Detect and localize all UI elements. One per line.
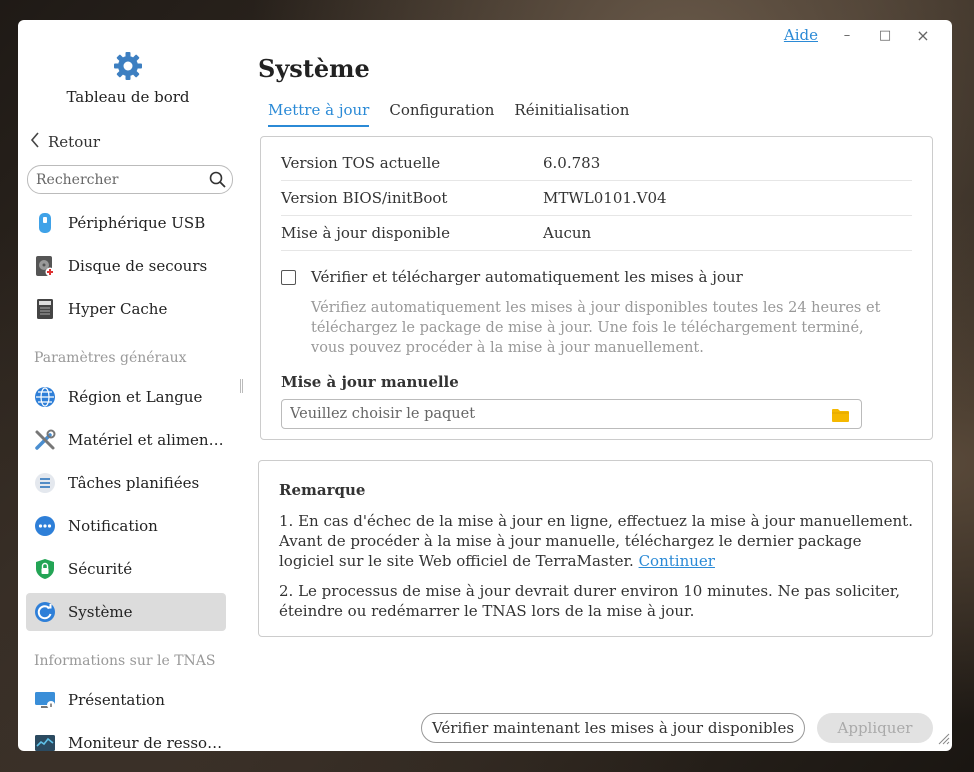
dashboard-link[interactable]: Tableau de bord — [18, 50, 238, 106]
tab-configuration[interactable]: Configuration — [389, 101, 494, 127]
auto-update-description: Vérifiez automatiquement les mises à jou… — [311, 300, 881, 356]
remark-2: 2. Le processus de mise à jour devrait d… — [279, 582, 901, 620]
resize-grip-icon[interactable] — [936, 730, 950, 749]
gear-icon — [112, 50, 144, 82]
ssd-cache-icon — [34, 298, 56, 320]
sidebar-item-label: Système — [68, 603, 133, 621]
sidebar-item-label: Disque de secours — [68, 257, 208, 275]
resource-monitor-icon — [34, 732, 56, 751]
sidebar-item-label: Moniteur de ressour… — [68, 734, 226, 751]
sidebar-item-hardware-power[interactable]: Matériel et alimenta… — [26, 421, 226, 459]
tab-update[interactable]: Mettre à jour — [268, 101, 370, 127]
info-key: Version BIOS/initBoot — [281, 189, 448, 207]
info-row-tos-version: Version TOS actuelle 6.0.783 — [281, 146, 912, 181]
help-link[interactable]: Aide — [784, 26, 818, 44]
close-button[interactable]: × — [904, 23, 942, 47]
check-updates-button[interactable]: Vérifier maintenant les mises à jour dis… — [421, 713, 805, 743]
update-panel: Version TOS actuelle 6.0.783 Version BIO… — [260, 136, 933, 440]
sidebar-item-scheduled-tasks[interactable]: Tâches planifiées — [26, 464, 226, 502]
sidebar-item-hyper-cache[interactable]: Hyper Cache — [26, 290, 226, 328]
sidebar-item-region-language[interactable]: Région et Langue — [26, 378, 226, 416]
shield-lock-icon — [34, 558, 56, 580]
remark-1-text: 1. En cas d'échec de la mise à jour en l… — [279, 512, 913, 570]
info-row-available-update: Mise à jour disponible Aucun — [281, 216, 912, 251]
sidebar-item-label: Sécurité — [68, 560, 133, 578]
back-button[interactable]: Retour — [30, 132, 100, 152]
sidebar-item-label: Hyper Cache — [68, 300, 168, 318]
sidebar-item-resource-monitor[interactable]: Moniteur de ressour… — [26, 724, 226, 751]
page-title: Système — [258, 54, 370, 83]
minimize-button[interactable]: – — [828, 23, 866, 47]
system-update-icon — [34, 601, 56, 623]
close-icon: × — [916, 25, 930, 45]
sidebar-item-label: Notification — [68, 517, 158, 535]
tools-icon — [34, 429, 56, 451]
apply-button[interactable]: Appliquer — [817, 713, 933, 743]
settings-window: Tableau de bord Retour Périphérique USB — [18, 20, 952, 751]
sidebar-item-label: Matériel et alimenta… — [68, 431, 226, 449]
auto-update-label[interactable]: Vérifier et télécharger automatiquement … — [311, 268, 743, 286]
sidebar-item-label: Présentation — [68, 691, 165, 709]
remarks-title: Remarque — [279, 481, 366, 499]
info-value: 6.0.783 — [543, 154, 601, 172]
info-key: Version TOS actuelle — [281, 154, 441, 172]
info-value: MTWL0101.V04 — [543, 189, 667, 207]
search-box — [27, 165, 233, 194]
dashboard-label: Tableau de bord — [66, 88, 190, 106]
sidebar-item-rescue-disk[interactable]: Disque de secours — [26, 247, 226, 285]
sidebar: Tableau de bord Retour Périphérique USB — [18, 20, 242, 751]
usb-icon — [34, 212, 56, 234]
maximize-button[interactable]: □ — [866, 23, 904, 47]
tasks-icon — [34, 472, 56, 494]
chevron-left-icon — [30, 132, 40, 152]
sidebar-item-usb[interactable]: Périphérique USB — [26, 204, 226, 242]
rescue-disk-icon — [34, 255, 56, 277]
search-icon[interactable] — [209, 171, 226, 192]
sidebar-item-label: Région et Langue — [68, 388, 203, 406]
remark-1: 1. En cas d'échec de la mise à jour en l… — [279, 511, 919, 571]
remarks-panel: Remarque 1. En cas d'échec de la mise à … — [258, 460, 933, 637]
info-key: Mise à jour disponible — [281, 224, 450, 242]
package-file-field[interactable] — [281, 399, 862, 429]
sidebar-item-label: Périphérique USB — [68, 214, 206, 232]
sidebar-item-notification[interactable]: Notification — [26, 507, 226, 545]
info-value: Aucun — [543, 224, 592, 242]
info-row-bios-version: Version BIOS/initBoot MTWL0101.V04 — [281, 181, 912, 216]
globe-icon — [34, 386, 56, 408]
sidebar-item-system[interactable]: Système — [26, 593, 226, 631]
sidebar-item-label: Tâches planifiées — [68, 474, 200, 492]
maximize-icon: □ — [878, 27, 892, 43]
chat-bubble-icon — [34, 515, 56, 537]
back-label: Retour — [48, 133, 101, 151]
sidebar-resize-handle[interactable] — [240, 379, 243, 393]
tab-reset[interactable]: Réinitialisation — [514, 101, 629, 127]
minimize-icon: – — [843, 27, 851, 43]
sidebar-item-security[interactable]: Sécurité — [26, 550, 226, 588]
manual-update-title: Mise à jour manuelle — [281, 373, 459, 391]
continue-link[interactable]: Continuer — [639, 552, 715, 570]
folder-icon[interactable] — [832, 407, 849, 426]
tab-bar: Mettre à jour Configuration Réinitialisa… — [268, 101, 629, 127]
window-controls: Aide – □ × — [784, 23, 942, 47]
search-input[interactable] — [36, 171, 206, 188]
package-file-input[interactable] — [290, 406, 820, 422]
auto-update-checkbox[interactable] — [281, 270, 296, 285]
sidebar-item-overview[interactable]: Présentation — [26, 681, 226, 719]
section-general-settings: Paramètres généraux — [34, 350, 187, 366]
monitor-info-icon — [34, 689, 56, 711]
section-tnas-info: Informations sur le TNAS — [34, 653, 216, 669]
